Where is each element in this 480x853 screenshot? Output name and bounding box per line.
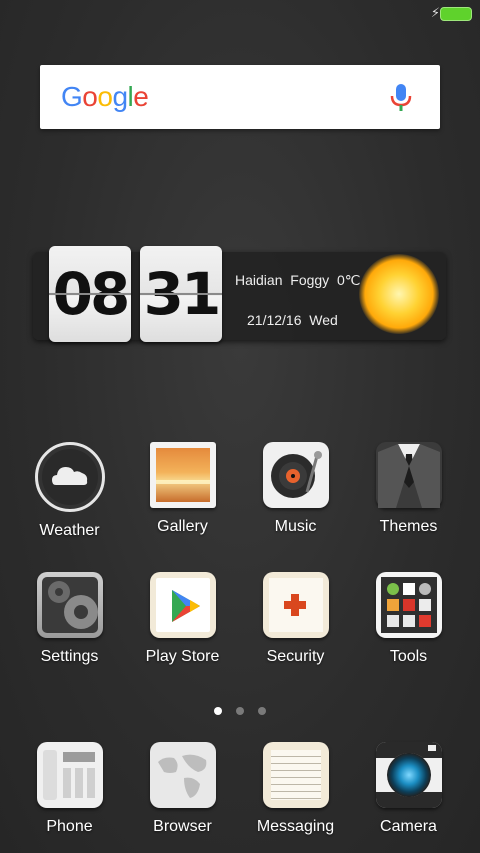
app-label: Settings <box>40 648 99 665</box>
app-gallery[interactable]: Gallery <box>126 442 239 536</box>
themes-icon <box>375 442 442 508</box>
app-label: Gallery <box>157 518 208 535</box>
google-logo-letter: e <box>133 81 149 112</box>
app-tools[interactable]: Tools <box>352 572 465 666</box>
app-label: Weather <box>39 522 100 539</box>
app-label: Security <box>266 648 325 665</box>
weather-location: Haidian <box>235 272 283 288</box>
weather-icon <box>34 442 105 512</box>
weekday-text: Wed <box>309 312 338 328</box>
page-dot-2[interactable] <box>236 707 244 715</box>
google-logo-letter: g <box>112 81 128 112</box>
battery-icon <box>440 7 472 21</box>
clock-weather-widget[interactable]: 08 31 Haidian Foggy 0℃ 21/12/16 Wed <box>33 246 446 342</box>
app-phone[interactable]: Phone <box>13 742 126 836</box>
security-icon <box>262 572 329 638</box>
play-store-icon <box>149 572 216 638</box>
minute-flip-card: 31 <box>140 246 222 342</box>
page-indicator <box>0 702 480 720</box>
app-messaging[interactable]: Messaging <box>239 742 352 836</box>
app-label: Phone <box>46 818 93 835</box>
sun-icon <box>359 254 439 334</box>
app-label: Browser <box>153 818 212 835</box>
hour-flip-card: 08 <box>49 246 131 342</box>
settings-icon <box>36 572 103 638</box>
messaging-icon <box>262 742 329 808</box>
app-label: Messaging <box>256 818 335 835</box>
browser-icon <box>149 742 216 808</box>
app-label: Camera <box>380 818 437 835</box>
app-weather[interactable]: Weather <box>13 442 126 540</box>
google-logo-letter: o <box>97 81 113 112</box>
gallery-icon <box>149 442 216 508</box>
tools-icon <box>375 572 442 638</box>
app-camera[interactable]: Camera <box>352 742 465 836</box>
phone-icon <box>36 742 103 808</box>
google-logo: Google <box>61 81 149 113</box>
app-play-store[interactable]: Play Store <box>126 572 239 666</box>
app-security[interactable]: Security <box>239 572 352 666</box>
page-dot-3[interactable] <box>258 707 267 715</box>
mic-icon[interactable] <box>390 83 412 113</box>
date-text: 21/12/16 <box>247 312 302 328</box>
app-themes[interactable]: Themes <box>352 442 465 536</box>
flip-divider <box>49 293 131 295</box>
app-label: Music <box>274 518 317 535</box>
app-music[interactable]: Music <box>239 442 352 536</box>
weather-temperature: 0℃ <box>336 272 361 288</box>
google-logo-letter: o <box>82 81 98 112</box>
widget-date: 21/12/16 Wed <box>247 312 338 328</box>
camera-icon <box>375 742 442 808</box>
app-label: Tools <box>389 648 428 665</box>
status-bar: ⚡ <box>0 0 480 26</box>
weather-condition: Foggy <box>290 272 330 288</box>
weather-summary: Haidian Foggy 0℃ <box>235 272 360 289</box>
google-search-widget[interactable]: Google <box>40 65 440 129</box>
google-logo-letter: G <box>61 81 83 112</box>
music-icon <box>262 442 329 508</box>
app-browser[interactable]: Browser <box>126 742 239 836</box>
page-dot-1[interactable] <box>213 707 222 715</box>
bolt-icon: ⚡ <box>430 6 440 21</box>
flip-divider <box>140 293 222 295</box>
app-label: Themes <box>379 518 438 535</box>
app-label: Play Store <box>145 648 220 665</box>
app-settings[interactable]: Settings <box>13 572 126 666</box>
